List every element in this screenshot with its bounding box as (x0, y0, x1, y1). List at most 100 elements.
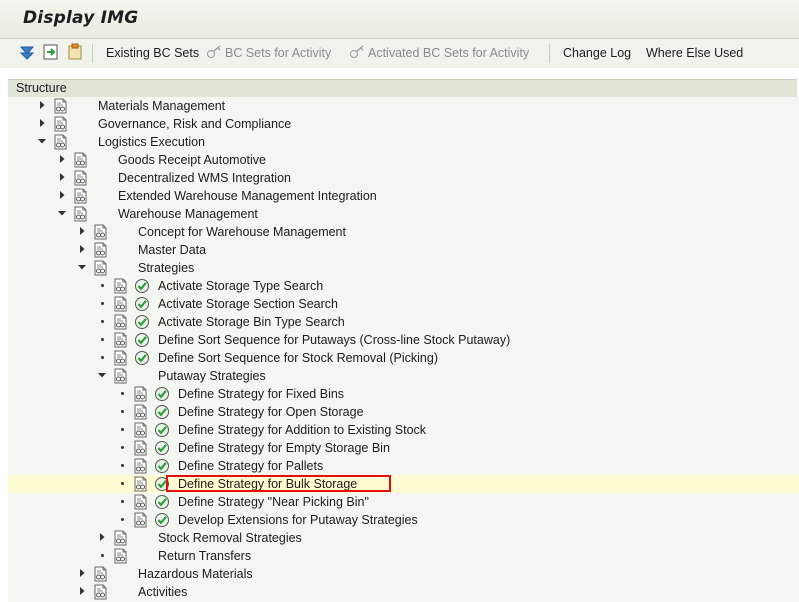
execute-activity-icon[interactable] (154, 422, 170, 438)
tree-row[interactable]: Activate Storage Type Search (8, 277, 799, 295)
tree-node-label[interactable]: Extended Warehouse Management Integratio… (118, 189, 377, 203)
tree-row[interactable]: Define Strategy for Pallets (8, 457, 799, 475)
where-else-used-button[interactable]: Where Else Used (646, 45, 743, 61)
tree-row[interactable]: Activities (8, 583, 799, 601)
leaf-bullet (101, 338, 104, 341)
tree-node-label[interactable]: Master Data (138, 243, 206, 257)
tree-row[interactable]: Stock Removal Strategies (8, 529, 799, 547)
tree-row[interactable]: Strategies (8, 259, 799, 277)
tree-node-label[interactable]: Develop Extensions for Putaway Strategie… (178, 513, 418, 527)
existing-bc-sets-label: Existing BC Sets (106, 46, 200, 60)
tree-node-label[interactable]: Decentralized WMS Integration (118, 171, 291, 185)
tree-row[interactable]: Goods Receipt Automotive (8, 151, 799, 169)
tree-node-label[interactable]: Activate Storage Type Search (158, 279, 323, 293)
execute-activity-icon[interactable] (154, 404, 170, 420)
tree-node-label[interactable]: Activities (138, 585, 187, 599)
tree-row[interactable]: Activate Storage Section Search (8, 295, 799, 313)
tree-row[interactable]: Materials Management (8, 97, 799, 115)
expand-node-icon[interactable] (38, 119, 46, 127)
tree-node-label[interactable]: Define Strategy "Near Picking Bin" (178, 495, 369, 509)
tree-node-label[interactable]: Stock Removal Strategies (158, 531, 302, 545)
tree-row[interactable]: Decentralized WMS Integration (8, 169, 799, 187)
find-icon[interactable] (18, 43, 36, 61)
execute-activity-icon[interactable] (134, 314, 150, 330)
expand-node-icon[interactable] (58, 191, 66, 199)
tree-node-label[interactable]: Define Strategy for Pallets (178, 459, 323, 473)
tree-row[interactable]: Putaway Strategies (8, 367, 799, 385)
expand-node-icon[interactable] (78, 569, 86, 577)
img-node-icon (54, 134, 67, 150)
collapse-node-icon[interactable] (78, 263, 86, 271)
tree-row[interactable]: Hazardous Materials (8, 565, 799, 583)
collapse-node-icon[interactable] (38, 137, 46, 145)
tree-node-label[interactable]: Strategies (138, 261, 194, 275)
tree-node-label[interactable]: Activate Storage Bin Type Search (158, 315, 345, 329)
tree-node-label[interactable]: Define Strategy for Addition to Existing… (178, 423, 426, 437)
tree-node-label[interactable]: Hazardous Materials (138, 567, 253, 581)
bc-sets-for-activity-button[interactable]: BC Sets for Activity (206, 45, 331, 61)
tree-row[interactable]: Return Transfers (8, 547, 799, 565)
execute-activity-icon[interactable] (154, 440, 170, 456)
tree-node-label[interactable]: Governance, Risk and Compliance (98, 117, 291, 131)
execute-activity-icon[interactable] (154, 494, 170, 510)
img-node-icon (54, 116, 67, 132)
expand-node-icon[interactable] (98, 533, 106, 541)
tree-node-label[interactable]: Return Transfers (158, 549, 251, 563)
expand-node-icon[interactable] (78, 227, 86, 235)
img-node-icon (54, 98, 67, 114)
tree-node-label[interactable]: Activate Storage Section Search (158, 297, 338, 311)
expand-node-icon[interactable] (78, 587, 86, 595)
tree-row[interactable]: Concept for Warehouse Management (8, 223, 799, 241)
tree-row[interactable]: Develop Extensions for Putaway Strategie… (8, 511, 799, 529)
img-structure-tree: Materials Management Governance, Risk and… (8, 97, 799, 602)
existing-bc-sets-button[interactable]: Existing BC Sets (106, 45, 199, 61)
tree-row[interactable]: Define Strategy for Empty Storage Bin (8, 439, 799, 457)
tree-node-label[interactable]: Concept for Warehouse Management (138, 225, 346, 239)
clipboard-icon[interactable] (66, 43, 84, 61)
expand-node-icon[interactable] (38, 101, 46, 109)
tree-node-label[interactable]: Define Strategy for Empty Storage Bin (178, 441, 390, 455)
tree-row[interactable]: Governance, Risk and Compliance (8, 115, 799, 133)
collapse-node-icon[interactable] (98, 371, 106, 379)
execute-activity-icon[interactable] (154, 458, 170, 474)
execute-activity-icon[interactable] (154, 386, 170, 402)
tree-node-label[interactable]: Define Strategy for Bulk Storage (178, 477, 357, 491)
tree-row[interactable]: Activate Storage Bin Type Search (8, 313, 799, 331)
execute-activity-icon[interactable] (154, 512, 170, 528)
execute-activity-icon[interactable] (134, 296, 150, 312)
execute-activity-icon[interactable] (134, 350, 150, 366)
tree-row[interactable]: Logistics Execution (8, 133, 799, 151)
tree-row[interactable]: Define Strategy for Fixed Bins (8, 385, 799, 403)
tree-row[interactable]: Define Sort Sequence for Stock Removal (… (8, 349, 799, 367)
collapse-node-icon[interactable] (58, 209, 66, 217)
tree-node-label[interactable]: Goods Receipt Automotive (118, 153, 266, 167)
img-node-icon (114, 530, 127, 546)
img-node-icon (74, 170, 87, 186)
execute-activity-icon[interactable] (134, 278, 150, 294)
execute-activity-icon[interactable] (134, 332, 150, 348)
tree-row[interactable]: Define Strategy for Open Storage (8, 403, 799, 421)
tree-node-label[interactable]: Warehouse Management (118, 207, 258, 221)
tree-row-selected[interactable]: Define Strategy for Bulk Storage (8, 475, 799, 493)
expand-node-icon[interactable] (78, 245, 86, 253)
tree-row[interactable]: Extended Warehouse Management Integratio… (8, 187, 799, 205)
tree-node-label[interactable]: Putaway Strategies (158, 369, 266, 383)
tree-node-label[interactable]: Materials Management (98, 99, 225, 113)
activated-bc-sets-button[interactable]: Activated BC Sets for Activity (349, 45, 529, 61)
find-next-icon[interactable] (42, 43, 60, 61)
expand-node-icon[interactable] (58, 173, 66, 181)
expand-node-icon[interactable] (58, 155, 66, 163)
tree-node-label[interactable]: Define Strategy for Fixed Bins (178, 387, 344, 401)
tree-row[interactable]: Define Strategy "Near Picking Bin" (8, 493, 799, 511)
tree-row[interactable]: Warehouse Management (8, 205, 799, 223)
change-log-button[interactable]: Change Log (563, 45, 631, 61)
img-node-icon (114, 350, 127, 366)
tree-node-label[interactable]: Define Sort Sequence for Stock Removal (… (158, 351, 438, 365)
tree-node-label[interactable]: Logistics Execution (98, 135, 205, 149)
tree-node-label[interactable]: Define Strategy for Open Storage (178, 405, 364, 419)
execute-activity-icon[interactable] (154, 476, 170, 492)
tree-row[interactable]: Define Strategy for Addition to Existing… (8, 421, 799, 439)
tree-row[interactable]: Master Data (8, 241, 799, 259)
tree-row[interactable]: Define Sort Sequence for Putaways (Cross… (8, 331, 799, 349)
tree-node-label[interactable]: Define Sort Sequence for Putaways (Cross… (158, 333, 510, 347)
